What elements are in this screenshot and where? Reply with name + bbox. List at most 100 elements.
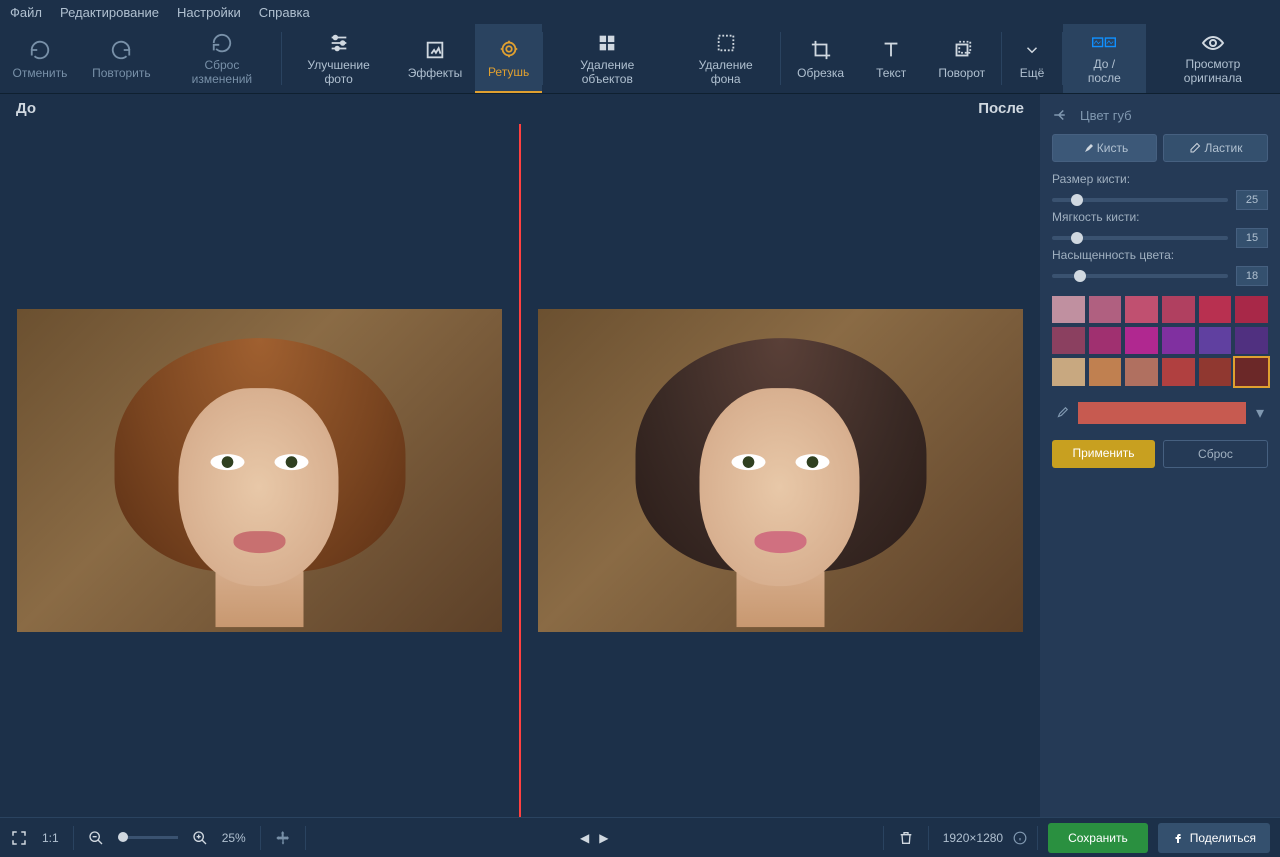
pan-icon[interactable] — [275, 830, 291, 846]
zoom-value: 25% — [222, 831, 246, 845]
slider-track[interactable] — [1052, 274, 1228, 278]
info-icon[interactable] — [1013, 831, 1027, 845]
retouch-button[interactable]: Ретушь — [475, 24, 543, 93]
remove-bg-icon — [714, 32, 738, 54]
before-after-button[interactable]: До / после — [1063, 24, 1146, 93]
sliders-icon — [327, 32, 351, 54]
menu-edit[interactable]: Редактирование — [60, 5, 159, 20]
remove-bg-label: Удаление фона — [687, 58, 764, 86]
brush-label: Кисть — [1097, 141, 1128, 155]
eraser-tab[interactable]: Ластик — [1163, 134, 1268, 162]
effects-label: Эффекты — [408, 66, 463, 80]
undo-icon — [28, 38, 52, 62]
more-label: Ещё — [1020, 66, 1045, 80]
next-icon[interactable]: ▶ — [599, 831, 608, 845]
brush-tab[interactable]: Кисть — [1052, 134, 1157, 162]
color-swatch[interactable] — [1052, 358, 1085, 385]
panel-title: Цвет губ — [1080, 108, 1132, 123]
reset-label: Сброс изменений — [179, 58, 265, 86]
slider-value[interactable]: 25 — [1236, 190, 1268, 210]
color-swatch[interactable] — [1052, 327, 1085, 354]
color-swatch[interactable] — [1125, 327, 1158, 354]
color-swatch[interactable] — [1089, 358, 1122, 385]
color-swatch[interactable] — [1235, 327, 1268, 354]
slider-label: Мягкость кисти: — [1052, 210, 1268, 224]
color-swatch[interactable] — [1125, 358, 1158, 385]
color-swatch[interactable] — [1089, 327, 1122, 354]
facebook-icon — [1172, 832, 1184, 844]
color-swatch[interactable] — [1125, 296, 1158, 323]
retouch-icon — [497, 37, 521, 61]
before-canvas[interactable] — [0, 299, 519, 642]
color-swatch[interactable] — [1235, 358, 1268, 385]
before-after-icon — [1092, 32, 1116, 53]
eraser-icon — [1189, 142, 1201, 154]
slider-value[interactable]: 15 — [1236, 228, 1268, 248]
reset-icon — [210, 32, 234, 54]
eyedropper-icon[interactable] — [1052, 403, 1072, 423]
color-swatch[interactable] — [1162, 327, 1195, 354]
menu-settings[interactable]: Настройки — [177, 5, 241, 20]
enhance-label: Улучшение фото — [298, 58, 380, 86]
zoom-in-icon[interactable] — [192, 830, 208, 846]
retouch-label: Ретушь — [488, 65, 529, 79]
zoom-out-icon[interactable] — [88, 830, 104, 846]
share-button[interactable]: Поделиться — [1158, 823, 1270, 853]
more-button[interactable]: Ещё — [1002, 24, 1062, 93]
remove-objects-button[interactable]: Удаление объектов — [543, 24, 671, 93]
before-after-label: До / после — [1079, 57, 1130, 85]
slider-track[interactable] — [1052, 236, 1228, 240]
current-color[interactable] — [1078, 402, 1246, 424]
tool-panel: Цвет губ Кисть Ластик Размер кисти: 25 М… — [1040, 94, 1280, 817]
statusbar: 1:1 25% ◀ ▶ 1920×1280 Сохранить Поделить… — [0, 817, 1280, 857]
undo-label: Отменить — [12, 66, 67, 80]
color-swatch[interactable] — [1199, 327, 1232, 354]
slider-label: Насыщенность цвета: — [1052, 248, 1268, 262]
reset-panel-button[interactable]: Сброс — [1163, 440, 1268, 468]
trash-icon[interactable] — [898, 830, 914, 846]
menubar: Файл Редактирование Настройки Справка — [0, 0, 1280, 24]
color-palette — [1052, 296, 1268, 386]
redo-button[interactable]: Повторить — [80, 24, 163, 93]
menu-help[interactable]: Справка — [259, 5, 310, 20]
apply-button[interactable]: Применить — [1052, 440, 1155, 468]
color-swatch[interactable] — [1052, 296, 1085, 323]
color-picker-row: ▾ — [1052, 402, 1268, 424]
eraser-label: Ластик — [1205, 141, 1243, 155]
canvas-area: До После — [0, 94, 1040, 817]
color-swatch[interactable] — [1162, 358, 1195, 385]
slider-value[interactable]: 18 — [1236, 266, 1268, 286]
color-swatch[interactable] — [1199, 296, 1232, 323]
after-label: После — [978, 100, 1024, 118]
zoom-1to1[interactable]: 1:1 — [42, 831, 59, 845]
crop-button[interactable]: Обрезка — [781, 24, 860, 93]
prev-icon[interactable]: ◀ — [580, 831, 589, 845]
after-canvas[interactable] — [521, 299, 1040, 642]
view-original-button[interactable]: Просмотр оригинала — [1146, 24, 1280, 93]
menu-file[interactable]: Файл — [10, 5, 42, 20]
enhance-button[interactable]: Улучшение фото — [282, 24, 396, 93]
color-swatch[interactable] — [1235, 296, 1268, 323]
color-swatch[interactable] — [1162, 296, 1195, 323]
remove-bg-button[interactable]: Удаление фона — [671, 24, 780, 93]
slider-label: Размер кисти: — [1052, 172, 1268, 186]
rotate-button[interactable]: Поворот — [922, 24, 1001, 93]
crop-label: Обрезка — [797, 66, 844, 80]
text-button[interactable]: Текст — [860, 24, 922, 93]
effects-button[interactable]: Эффекты — [395, 24, 474, 93]
before-label: До — [16, 100, 36, 118]
zoom-slider[interactable] — [118, 836, 178, 839]
fullscreen-icon[interactable] — [10, 829, 28, 847]
reset-button[interactable]: Сброс изменений — [163, 24, 281, 93]
save-button[interactable]: Сохранить — [1048, 823, 1148, 853]
undo-button[interactable]: Отменить — [0, 24, 80, 93]
text-icon — [879, 38, 903, 62]
slider-track[interactable] — [1052, 198, 1228, 202]
color-dropdown-icon[interactable]: ▾ — [1252, 403, 1268, 423]
color-swatch[interactable] — [1199, 358, 1232, 385]
text-label: Текст — [876, 66, 906, 80]
back-icon[interactable] — [1052, 106, 1070, 124]
crop-icon — [809, 38, 833, 62]
color-swatch[interactable] — [1089, 296, 1122, 323]
redo-label: Повторить — [92, 66, 151, 80]
